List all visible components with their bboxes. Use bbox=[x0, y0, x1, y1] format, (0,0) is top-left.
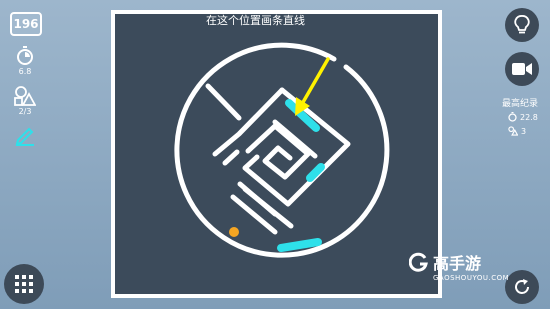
video-camera-icon bbox=[512, 63, 532, 75]
drawing-canvas[interactable] bbox=[115, 14, 438, 294]
hint-arrow bbox=[300, 57, 330, 106]
drawn-line-mid bbox=[306, 163, 325, 182]
pencil-icon bbox=[15, 127, 34, 146]
restart-button[interactable] bbox=[505, 270, 539, 304]
maze-wall bbox=[205, 83, 242, 121]
puzzle-board[interactable] bbox=[111, 10, 442, 298]
level-indicator: 196 bbox=[10, 12, 42, 36]
watermark-url: GAOSHOUYOU.COM bbox=[433, 274, 510, 282]
shapes-icon bbox=[508, 126, 518, 136]
time-value: 6.8 bbox=[18, 67, 32, 76]
record-time: 22.8 bbox=[508, 112, 538, 122]
record-shapes: 3 bbox=[508, 126, 526, 136]
pencil-button[interactable] bbox=[8, 124, 42, 146]
ball bbox=[229, 227, 239, 237]
stopwatch-icon bbox=[508, 112, 517, 122]
drawn-line-bottom bbox=[277, 238, 322, 252]
watermark-brand: 高手游 bbox=[433, 254, 482, 273]
grid-menu-icon bbox=[15, 275, 33, 293]
hint-button[interactable] bbox=[505, 8, 539, 42]
video-button[interactable] bbox=[505, 52, 539, 86]
record-time-value: 22.8 bbox=[520, 112, 538, 122]
brand-logo-icon bbox=[409, 252, 428, 272]
time-stat: 6.8 bbox=[8, 46, 42, 76]
record-shapes-value: 3 bbox=[521, 126, 527, 136]
lightbulb-icon bbox=[514, 15, 530, 34]
shapes-icon bbox=[14, 86, 36, 106]
stopwatch-icon bbox=[17, 46, 33, 65]
menu-button[interactable] bbox=[4, 264, 44, 304]
shapes-value: 2/3 bbox=[18, 107, 32, 116]
watermark: 高手游 GAOSHOUYOU.COM bbox=[409, 250, 509, 282]
restart-icon bbox=[515, 279, 529, 294]
shapes-stat: 2/3 bbox=[8, 86, 42, 116]
maze-left-edge bbox=[212, 87, 285, 157]
maze-inner-lines bbox=[230, 119, 318, 235]
hint-text: 在这个位置画条直线 bbox=[206, 14, 305, 27]
record-title: 最高纪录 bbox=[502, 99, 539, 109]
